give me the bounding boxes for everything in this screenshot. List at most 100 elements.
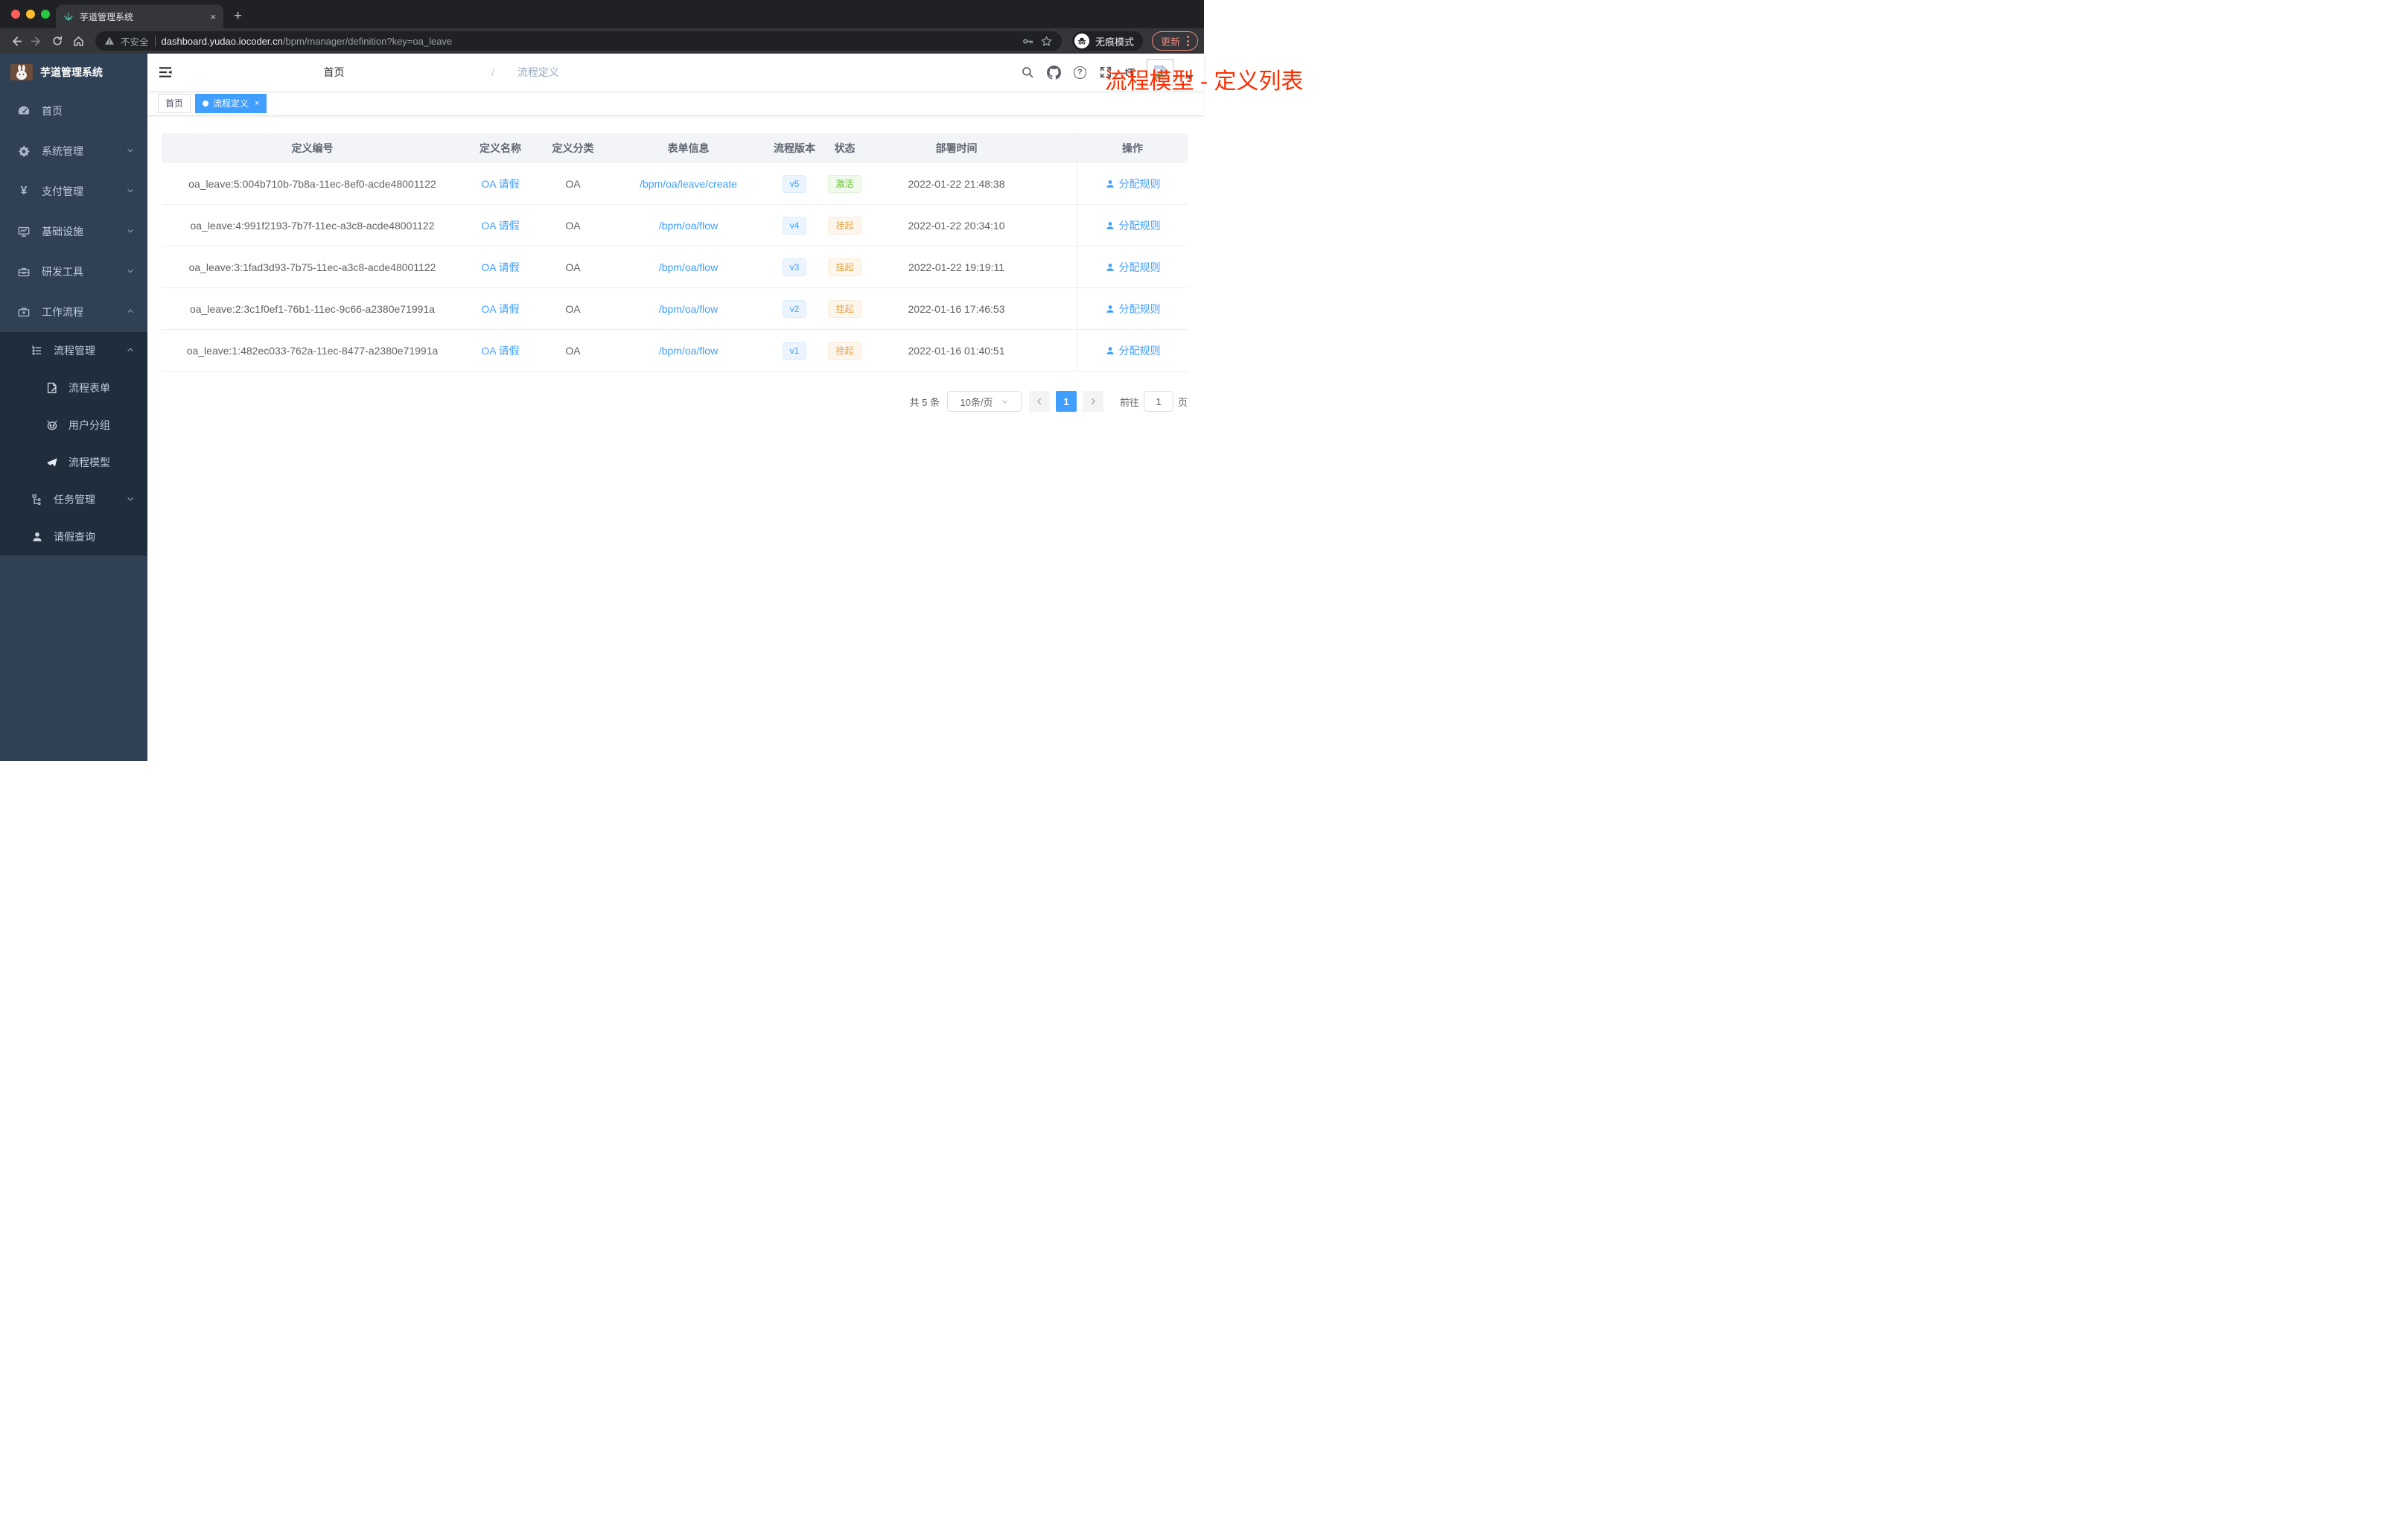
assign-rule-button[interactable]: 分配规则: [1105, 260, 1161, 275]
person-icon: [1106, 179, 1114, 188]
chevron-right-icon: [1091, 398, 1096, 405]
tag-close-icon[interactable]: ×: [255, 99, 259, 108]
breadcrumb-home[interactable]: 首页: [183, 65, 485, 80]
form-link[interactable]: /bpm/oa/flow: [659, 345, 718, 357]
current-page-button[interactable]: 1: [1055, 391, 1077, 412]
definition-name-link[interactable]: OA 请假: [481, 261, 519, 273]
form-link[interactable]: /bpm/oa/leave/create: [640, 178, 737, 190]
robot-icon: [45, 418, 60, 432]
assign-rule-button[interactable]: 分配规则: [1105, 343, 1161, 358]
security-warning-icon[interactable]: [104, 36, 115, 46]
col-header: 状态: [834, 142, 856, 154]
cell-definition-id: oa_leave:3:1fad3d93-7b75-11ec-a3c8-acde4…: [188, 261, 436, 273]
new-tab-button[interactable]: +: [234, 8, 242, 25]
tab-close-icon[interactable]: ×: [210, 11, 216, 22]
list-icon: [30, 344, 45, 357]
avatar-caret-icon[interactable]: [1186, 75, 1194, 80]
tags-view: 首页 流程定义 ×: [147, 91, 1204, 116]
status-badge: 挂起: [828, 299, 861, 318]
sidebar-item-workflow[interactable]: 工作流程: [0, 292, 147, 332]
breadcrumb-separator: /: [491, 66, 494, 78]
col-header: 定义编号: [291, 142, 334, 154]
version-tag: v3: [782, 258, 807, 276]
home-icon[interactable]: [69, 31, 88, 51]
sidebar-item-payment[interactable]: ¥ 支付管理: [0, 171, 147, 211]
browser-update-button[interactable]: 更新: [1151, 31, 1198, 51]
page-content: 定义编号 定义名称 定义分类 表单信息 流程版本 状态 部署时间 操作 oa_l…: [147, 116, 1204, 761]
sidebar-item-user-group[interactable]: 用户分组: [0, 407, 147, 444]
reload-icon[interactable]: [48, 31, 67, 51]
sidebar-item-leave-query[interactable]: 请假查询: [0, 518, 147, 555]
sidebar-item-infra[interactable]: 基础设施: [0, 211, 147, 252]
sidebar-item-label: 支付管理: [42, 185, 83, 197]
sidebar-collapse-icon[interactable]: [147, 54, 183, 91]
fullscreen-icon[interactable]: [1099, 66, 1112, 79]
tag-label: 流程定义: [213, 98, 249, 109]
cell-category: OA: [565, 177, 581, 190]
minimize-window-button[interactable]: [26, 10, 35, 19]
font-size-icon[interactable]: tT: [1125, 66, 1135, 79]
chevron-left-icon: [1036, 398, 1042, 405]
browser-tab[interactable]: 芋道管理系统 ×: [56, 4, 223, 28]
url-bar[interactable]: 不安全 dashboard.yudao.iocoder.cn/bpm/manag…: [95, 31, 1062, 51]
next-page-button[interactable]: [1082, 391, 1103, 412]
assign-rule-button[interactable]: 分配规则: [1105, 218, 1161, 233]
security-label[interactable]: 不安全: [121, 34, 149, 48]
browser-menu-icon[interactable]: [1187, 36, 1189, 46]
tag-process-definition[interactable]: 流程定义 ×: [195, 93, 267, 113]
assign-rule-button[interactable]: 分配规则: [1105, 302, 1161, 316]
browser-titlebar: 芋道管理系统 × +: [0, 0, 1204, 28]
update-label[interactable]: 更新: [1161, 34, 1180, 48]
status-badge: 激活: [828, 174, 861, 193]
sidebar-item-process-model[interactable]: 流程模型: [0, 444, 147, 481]
key-icon[interactable]: [1022, 35, 1034, 48]
avatar[interactable]: [1147, 59, 1173, 86]
definition-name-link[interactable]: OA 请假: [481, 220, 519, 232]
cell-deploy-time: 2022-01-22 19:19:11: [908, 261, 1004, 273]
cell-category: OA: [565, 344, 581, 357]
sidebar-item-system[interactable]: 系统管理: [0, 131, 147, 171]
col-header: 定义名称: [480, 142, 521, 154]
sidebar-item-label: 研发工具: [42, 266, 83, 278]
workflow-submenu: 流程管理 流程表单 用户分组 流程模型 任务管理 请假查询: [0, 332, 147, 555]
close-window-button[interactable]: [11, 10, 20, 19]
definition-name-link[interactable]: OA 请假: [481, 303, 519, 315]
url-text[interactable]: dashboard.yudao.iocoder.cn/bpm/manager/d…: [162, 36, 1016, 47]
breadcrumb: 首页 / 流程定义: [183, 65, 576, 80]
sidebar-item-label: 流程模型: [69, 456, 110, 468]
github-icon[interactable]: [1046, 65, 1061, 80]
app-title: 芋道管理系统: [40, 66, 103, 78]
sidebar-item-task-manage[interactable]: 任务管理: [0, 481, 147, 518]
definition-name-link[interactable]: OA 请假: [481, 345, 519, 357]
back-icon[interactable]: [6, 31, 25, 51]
bookmark-star-icon[interactable]: [1040, 35, 1053, 48]
page-size-select[interactable]: 10条/页: [946, 391, 1022, 412]
search-icon[interactable]: [1021, 66, 1034, 79]
goto-page-input[interactable]: [1143, 391, 1173, 412]
help-icon[interactable]: ?: [1073, 66, 1086, 79]
form-link[interactable]: /bpm/oa/flow: [659, 261, 718, 273]
person-icon: [1106, 221, 1114, 229]
tab-title: 芋道管理系统: [80, 11, 134, 22]
tag-home[interactable]: 首页: [158, 93, 191, 113]
table-row: oa_leave:3:1fad3d93-7b75-11ec-a3c8-acde4…: [162, 246, 1188, 288]
window-controls[interactable]: [11, 10, 50, 19]
sidebar-item-devtools[interactable]: 研发工具: [0, 252, 147, 292]
incognito-label: 无痕模式: [1095, 36, 1134, 48]
form-link[interactable]: /bpm/oa/flow: [659, 220, 718, 232]
maximize-window-button[interactable]: [41, 10, 50, 19]
person-icon: [1106, 263, 1114, 271]
sidebar-item-process-form[interactable]: 流程表单: [0, 369, 147, 407]
main-area: 首页 / 流程定义 ? tT 首页 流程定义 × 定义编号 定义名称 定义分类 …: [147, 54, 1204, 761]
cell-category: OA: [565, 219, 581, 232]
version-tag: v1: [782, 341, 807, 360]
person-icon: [30, 530, 45, 544]
sidebar-item-process-manage[interactable]: 流程管理: [0, 332, 147, 369]
app-logo-row[interactable]: 芋道管理系统: [0, 54, 147, 91]
tree-icon: [30, 493, 45, 506]
assign-rule-button[interactable]: 分配规则: [1105, 176, 1161, 191]
definition-name-link[interactable]: OA 请假: [481, 178, 519, 190]
sidebar-item-home[interactable]: 首页: [0, 91, 147, 131]
prev-page-button[interactable]: [1028, 391, 1050, 412]
form-link[interactable]: /bpm/oa/flow: [659, 303, 718, 315]
